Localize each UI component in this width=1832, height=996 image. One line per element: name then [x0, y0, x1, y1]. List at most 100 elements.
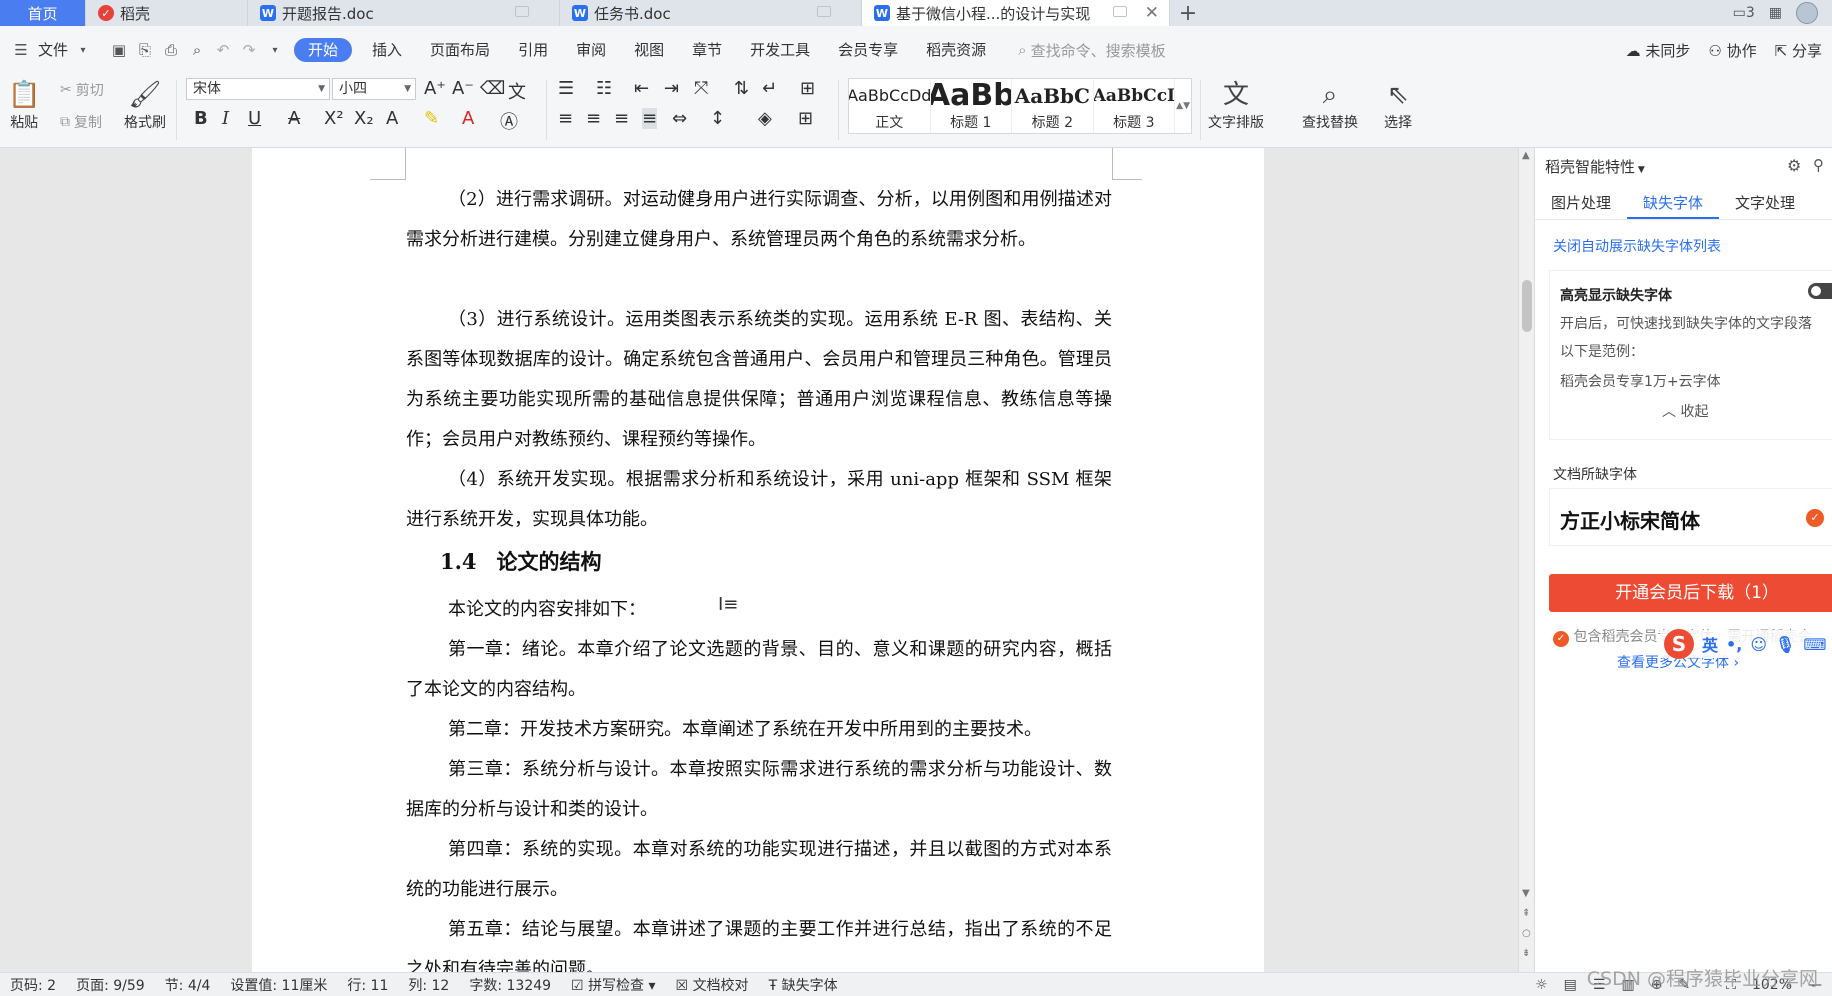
close-tab-icon[interactable]: ✕ — [1145, 3, 1159, 23]
menu-references[interactable]: 引用 — [504, 38, 562, 62]
share-button[interactable]: ⇱ 分享 — [1775, 40, 1822, 61]
bold-icon[interactable]: B — [194, 108, 208, 129]
page-view-icon[interactable]: ▤ — [1564, 977, 1577, 993]
collapse-button[interactable]: ︿ 收起 — [1662, 401, 1708, 421]
status-col[interactable]: 列: 12 — [398, 975, 459, 995]
command-search[interactable]: ⌕ 查找命令、搜索模板 — [1018, 40, 1165, 61]
new-tab-button[interactable]: + — [1170, 0, 1206, 26]
collab-button[interactable]: ⚇ 协作 — [1708, 40, 1756, 61]
cut-button[interactable]: ✂ 剪切 — [60, 80, 104, 100]
chevron-down-icon[interactable]: ▾ — [74, 41, 92, 59]
export-icon[interactable]: ⎘ — [136, 41, 154, 59]
quick-access-dropdown-icon[interactable]: ▾ — [266, 41, 284, 59]
shrink-font-icon[interactable]: A⁻ — [452, 78, 474, 99]
menu-docer-resources[interactable]: 稻壳资源 — [912, 38, 1000, 62]
doc-proof-button[interactable]: ☒ 文档校对 — [666, 975, 759, 995]
align-center-icon[interactable]: ≡ — [586, 108, 601, 129]
shading-icon[interactable]: ◈ — [758, 108, 772, 129]
menu-home[interactable]: 开始 — [294, 38, 353, 62]
tab-docer[interactable]: ✓ 稻壳 — [86, 0, 248, 26]
ime-toolbar[interactable]: S 英 •, ☺ 🎙 ⌨ — [1660, 629, 1831, 659]
font-color-icon[interactable]: A — [462, 108, 474, 129]
tab-home[interactable]: 首页 — [0, 0, 86, 26]
sync-button[interactable]: ☁ 未同步 — [1626, 40, 1691, 61]
strikethrough-icon[interactable]: A — [288, 108, 300, 129]
menu-insert[interactable]: 插入 — [358, 38, 416, 62]
decrease-indent-icon[interactable]: ⇤ — [634, 78, 649, 99]
print-icon[interactable]: ⎙ — [162, 41, 180, 59]
superscript-icon[interactable]: X² — [324, 108, 344, 129]
tab-task-book[interactable]: W 任务书.doc — [560, 0, 862, 26]
download-button[interactable]: 开通会员后下载（1） — [1549, 574, 1832, 612]
scroll-down-icon[interactable]: ▼ — [1522, 888, 1530, 899]
line-spacing-icon[interactable]: ↕ — [710, 108, 725, 129]
menu-hamburger-icon[interactable]: ☰ — [12, 41, 30, 59]
format-painter-button[interactable]: 🖌 格式刷 — [124, 78, 166, 132]
tab-thesis[interactable]: W 基于微信小程...的设计与实现 ✕ — [862, 0, 1170, 26]
style-scroll[interactable]: ▲▼ — [1175, 79, 1191, 133]
close-auto-link[interactable]: 关闭自动展示缺失字体列表 — [1553, 236, 1721, 256]
paste-button[interactable]: 📋 粘贴 — [8, 78, 40, 132]
style-heading-1[interactable]: AaBb 标题 1 — [931, 79, 1013, 133]
borders-icon[interactable]: ⊞ — [798, 108, 813, 129]
keyboard-icon[interactable]: ⌨ — [1803, 635, 1826, 654]
grow-font-icon[interactable]: A⁺ — [424, 78, 446, 99]
status-section[interactable]: 节: 4/4 — [155, 975, 221, 995]
browse-object-icon[interactable]: ○ — [1522, 928, 1531, 939]
spellcheck-button[interactable]: ☑ 拼写检查 ▾ — [561, 975, 666, 995]
highlight-icon[interactable]: ✎ — [424, 108, 439, 129]
find-replace-button[interactable]: ⌕ 查找替换 — [1302, 78, 1358, 132]
char-border-icon[interactable]: Ⓐ — [500, 108, 518, 134]
panel-title[interactable]: 稻壳智能特性 ▼ — [1545, 156, 1645, 177]
tab-stops-icon[interactable]: ⊞ — [800, 78, 815, 99]
print-preview-icon[interactable]: ⌕ — [188, 41, 206, 59]
align-right-icon[interactable]: ≡ — [614, 108, 629, 129]
redo-icon[interactable]: ↷ — [240, 41, 258, 59]
copy-button[interactable]: ⧉ 复制 — [60, 112, 102, 132]
eye-protect-icon[interactable]: ☼ — [1535, 977, 1548, 993]
window-layout-icon[interactable]: ▭3 — [1733, 5, 1755, 21]
ime-lang[interactable]: 英 — [1702, 632, 1718, 656]
italic-icon[interactable]: I — [222, 108, 229, 129]
numbered-list-icon[interactable]: ☷ — [596, 78, 612, 99]
status-setting[interactable]: 设置值: 11厘米 — [220, 975, 337, 995]
sogou-icon[interactable]: S — [1664, 629, 1694, 659]
gear-icon[interactable]: ⚙ — [1787, 156, 1801, 175]
punctuation-icon[interactable]: •, — [1726, 635, 1742, 654]
font-family-select[interactable]: 宋体 ▼ — [186, 78, 330, 100]
menu-dev-tools[interactable]: 开发工具 — [736, 38, 824, 62]
menu-member[interactable]: 会员专享 — [824, 38, 912, 62]
sort-icon[interactable]: ⇅ — [734, 78, 749, 99]
status-page-code[interactable]: 页码: 2 — [0, 975, 66, 995]
clear-format-icon[interactable]: ⌫ — [480, 78, 505, 99]
menu-review[interactable]: 审阅 — [562, 38, 620, 62]
tab-text-processing[interactable]: 文字处理 — [1719, 188, 1811, 219]
scroll-up-icon[interactable]: ▲ — [1522, 150, 1530, 161]
show-marks-icon[interactable]: ↵ — [762, 78, 777, 99]
font-size-select[interactable]: 小四 ▼ — [332, 78, 416, 100]
increase-indent-icon[interactable]: ⇥ — [664, 78, 679, 99]
pin-icon[interactable]: ⚲ — [1813, 156, 1824, 174]
distribute-icon[interactable]: ⇔ — [672, 108, 687, 129]
highlight-toggle[interactable] — [1808, 283, 1832, 299]
save-icon[interactable]: ▣ — [110, 41, 128, 59]
text-effect-icon[interactable]: A — [386, 108, 398, 129]
chinese-layout-icon[interactable]: ⤧ — [694, 78, 708, 99]
menu-view[interactable]: 视图 — [620, 38, 678, 62]
style-heading-2[interactable]: AaBbC 标题 2 — [1012, 79, 1094, 133]
missing-font-item[interactable]: 方正小标宋简体 ✓ — [1549, 488, 1832, 546]
tab-opening-report[interactable]: W 开题报告.doc — [248, 0, 560, 26]
phonetic-icon[interactable]: 文 — [508, 78, 526, 104]
status-line[interactable]: 行: 11 — [337, 975, 398, 995]
missing-font-button[interactable]: Ŧ 缺失字体 — [759, 975, 848, 995]
grid-icon[interactable]: ▦ — [1769, 5, 1782, 21]
bullet-list-icon[interactable]: ☰ — [558, 78, 574, 99]
menu-page-layout[interactable]: 页面布局 — [416, 38, 504, 62]
avatar[interactable] — [1796, 2, 1818, 24]
underline-icon[interactable]: U — [248, 108, 261, 129]
style-normal[interactable]: AaBbCcDd 正文 — [849, 79, 931, 133]
status-wordcount[interactable]: 字数: 13249 — [459, 975, 561, 995]
tab-image-processing[interactable]: 图片处理 — [1535, 188, 1627, 219]
scroll-thumb[interactable] — [1522, 280, 1532, 332]
undo-icon[interactable]: ↶ — [214, 41, 232, 59]
